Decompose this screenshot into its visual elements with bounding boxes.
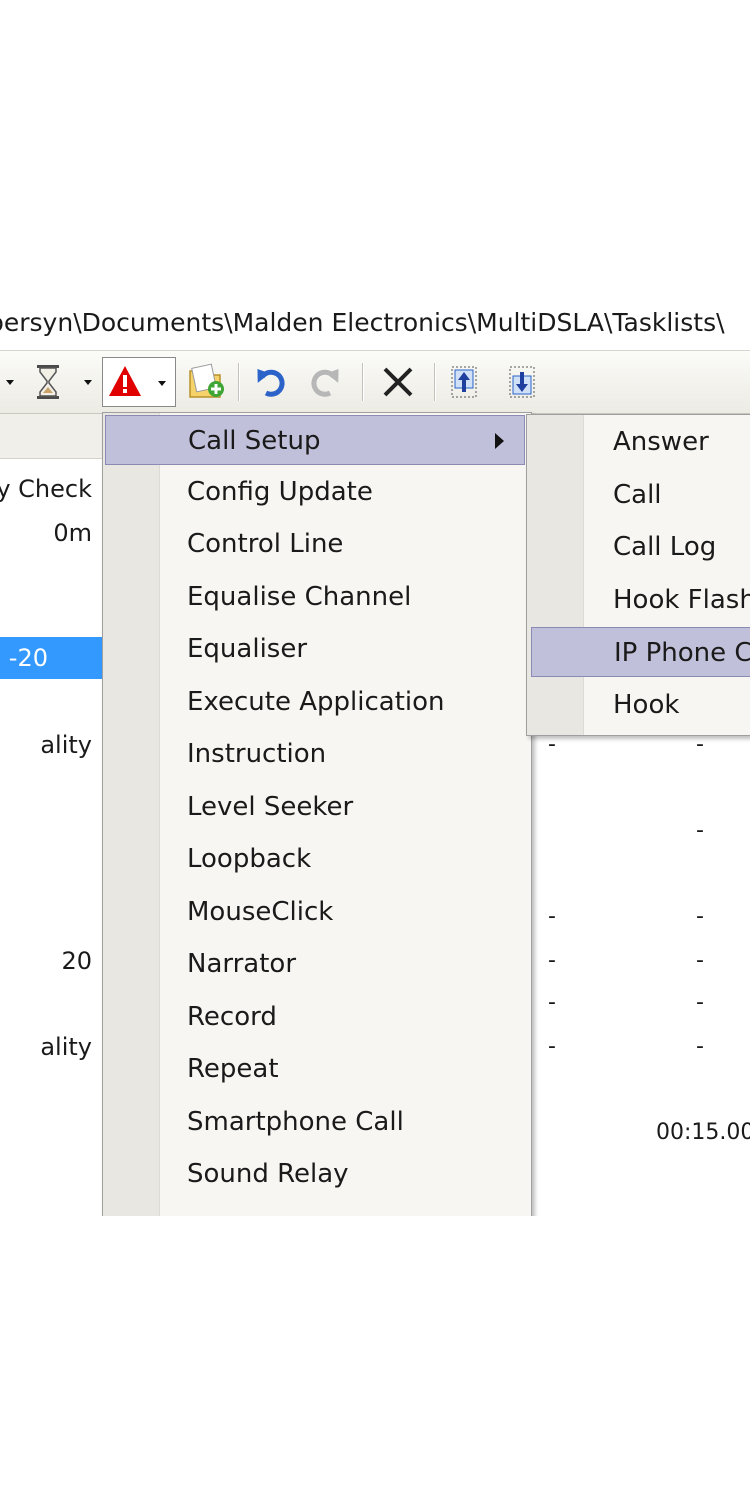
undo-icon[interactable] [252,361,290,403]
toolbar-separator [362,363,363,401]
menu-item-mouseclick[interactable]: MouseClick [105,887,525,937]
task-list: y Check 0m -20 ality 20 ality [0,414,102,1216]
duration-value: 00:15.00 [656,1120,750,1145]
submenu-arrow-icon [495,433,504,449]
hourglass-icon[interactable] [30,361,66,403]
dropdown-arrow-icon[interactable] [0,361,20,403]
menu-item-level-seeker[interactable]: Level Seeker [105,782,525,832]
menu-item-execute-application[interactable]: Execute Application [105,677,525,727]
submenu-item-hook[interactable]: Hook [531,680,750,730]
menu-item-narrator[interactable]: Narrator [105,939,525,989]
menu-item-equaliser[interactable]: Equaliser [105,624,525,674]
task-list-row-selected[interactable]: -20 [0,637,102,679]
task-list-row[interactable]: y Check [0,468,102,510]
menu-item-config-update[interactable]: Config Update [105,467,525,517]
context-menu: Call Setup Config Update Control Line Eq… [102,412,532,1216]
window-title-path: persyn\Documents\Malden Electronics\Mult… [0,308,725,337]
submenu-item-ip-phone[interactable]: IP Phone C [531,627,750,677]
menu-item-control-line[interactable]: Control Line [105,519,525,569]
task-list-header [0,414,102,459]
title-bar: persyn\Documents\Malden Electronics\Mult… [0,298,750,348]
menu-item-repeat[interactable]: Repeat [105,1044,525,1094]
menu-item-record[interactable]: Record [105,992,525,1042]
redo-icon[interactable] [306,361,344,403]
move-down-icon[interactable] [506,361,538,403]
task-list-row[interactable]: ality [0,1026,102,1068]
cell-value: - [696,904,704,929]
menu-item-loopback[interactable]: Loopback [105,834,525,884]
toolbar-separator [434,363,435,401]
menu-item-sound-relay[interactable]: Sound Relay [105,1149,525,1199]
menu-item-instruction[interactable]: Instruction [105,729,525,779]
app-window: persyn\Documents\Malden Electronics\Mult… [0,298,750,1216]
task-list-row[interactable]: ality [0,724,102,766]
toolbar [0,350,750,414]
add-alert-button[interactable] [102,357,176,407]
new-task-icon[interactable] [186,361,226,403]
toolbar-separator [238,363,239,401]
delete-icon[interactable] [378,361,418,403]
cell-value: - [696,990,704,1015]
warning-triangle-icon [107,364,143,398]
menu-item-smartphone-call[interactable]: Smartphone Call [105,1097,525,1147]
menu-item-equalise-channel[interactable]: Equalise Channel [105,572,525,622]
cell-value: - [548,1034,556,1059]
cell-value: - [548,990,556,1015]
submenu-item-call-log[interactable]: Call Log [531,522,750,572]
submenu-item-call[interactable]: Call [531,470,750,520]
task-list-row[interactable]: 20 [0,940,102,982]
menu-item-call-setup[interactable]: Call Setup [105,415,525,465]
task-list-row[interactable]: 0m [0,512,102,554]
dropdown-arrow-icon [155,378,169,388]
cell-value: - [696,1034,704,1059]
move-up-icon[interactable] [448,361,480,403]
cell-value: - [696,948,704,973]
submenu-item-answer[interactable]: Answer [531,417,750,467]
cell-value: - [548,948,556,973]
call-setup-submenu: Answer Call Call Log Hook Flash IP Phone… [526,414,750,736]
cell-value: - [548,904,556,929]
submenu-item-hook-flash[interactable]: Hook Flash [531,575,750,625]
dropdown-arrow-icon[interactable] [78,361,98,403]
cell-value: - [696,818,704,843]
